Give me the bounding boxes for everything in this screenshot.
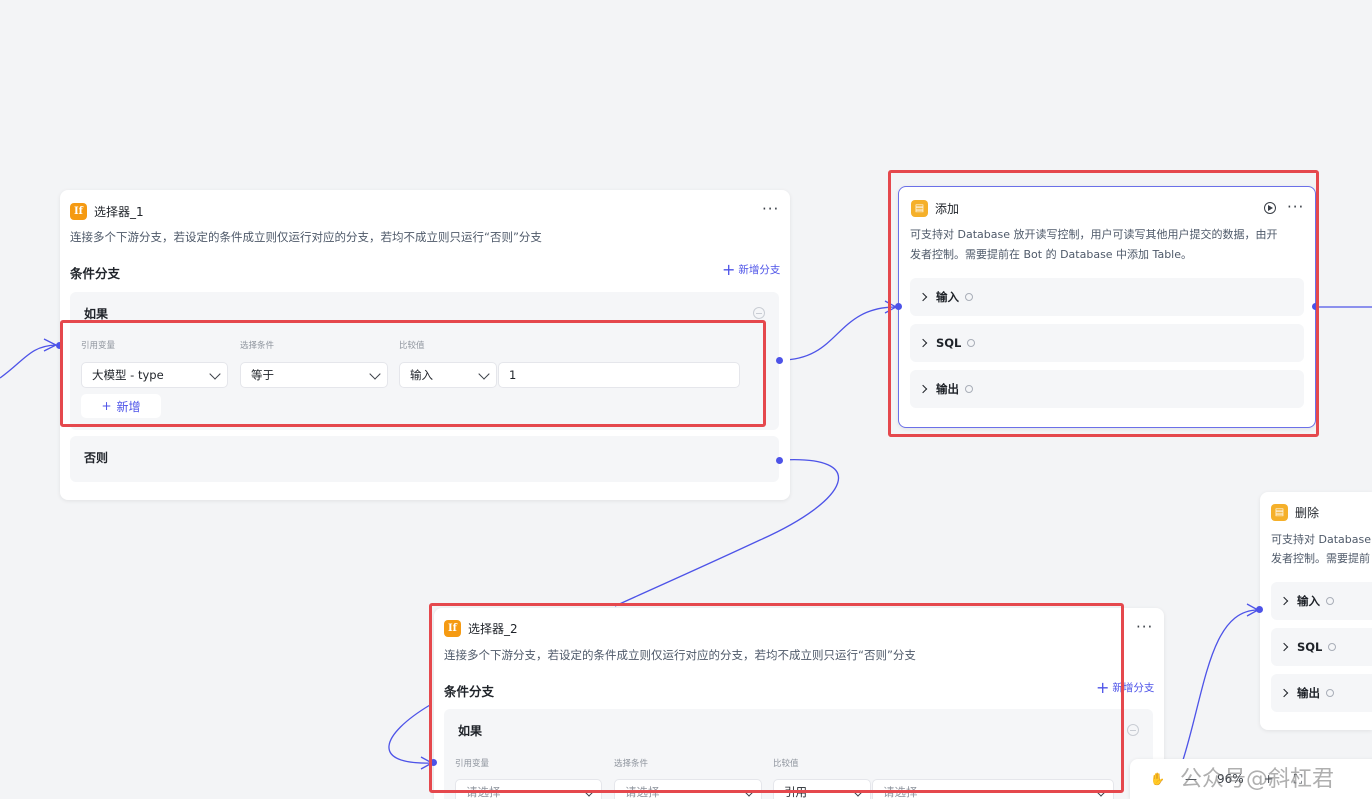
fit-view-icon[interactable]: ⛶ — [1294, 772, 1302, 787]
add-branch-button[interactable]: + 新增分支 — [722, 259, 781, 279]
condition-branch-title: 条件分支 — [70, 266, 121, 281]
info-icon — [1328, 643, 1337, 651]
delete-node-description-line1: 可支持对 Database — [1271, 533, 1371, 546]
chevron-right-icon — [1279, 688, 1289, 698]
zoom-level: 96% — [1216, 772, 1244, 786]
remove-branch-icon[interactable] — [753, 307, 765, 319]
info-icon — [1326, 689, 1334, 697]
hand-icon[interactable]: ✋ — [1150, 772, 1165, 786]
highlight-box-selector-2 — [429, 603, 1124, 793]
zoom-out-button[interactable]: — — [1185, 772, 1197, 786]
highlight-box-condition-row — [60, 320, 766, 427]
selector-1-description: 连接多个下游分支，若设定的条件成立则仅运行对应的分支，若均不成立则只运行“否则”… — [70, 230, 542, 244]
selector-1-title-text: 选择器_1 — [94, 205, 144, 219]
more-icon[interactable]: ··· — [762, 200, 779, 218]
if-icon: If — [70, 203, 87, 220]
chevron-right-icon — [1279, 596, 1289, 606]
delete-node-input-port[interactable] — [1256, 606, 1263, 613]
delete-node-input-row[interactable]: 输入 — [1271, 582, 1372, 620]
delete-database-node[interactable]: ▤ 删除 可支持对 Database 发者控制。需要提前 输入 SQL 输出 — [1260, 492, 1372, 730]
remove-branch-icon[interactable] — [1127, 724, 1139, 736]
delete-node-output-label: 输出 — [1297, 686, 1320, 700]
delete-node-title-text: 删除 — [1295, 506, 1320, 520]
highlight-box-add-node — [888, 170, 1319, 437]
add-branch-label: 新增分支 — [738, 264, 781, 276]
if-output-port[interactable] — [776, 357, 783, 364]
database-icon: ▤ — [1271, 504, 1288, 521]
else-branch-box: 否则 — [70, 436, 779, 482]
delete-node-sql-row[interactable]: SQL — [1271, 628, 1372, 666]
delete-node-sql-label: SQL — [1297, 640, 1323, 654]
canvas-toolbar: ✋ — 96% + ⛶ — [1130, 759, 1372, 799]
chevron-right-icon — [1279, 642, 1289, 652]
else-branch-label: 否则 — [84, 451, 109, 465]
info-icon — [1326, 597, 1334, 605]
more-icon[interactable]: ··· — [1136, 618, 1153, 636]
zoom-in-button[interactable]: + — [1264, 772, 1274, 786]
delete-node-description-line2: 发者控制。需要提前 — [1271, 552, 1370, 565]
else-output-port[interactable] — [776, 457, 783, 464]
delete-node-input-label: 输入 — [1297, 594, 1320, 608]
delete-node-title: ▤ 删除 — [1271, 504, 1319, 521]
plus-icon: + — [722, 259, 736, 279]
delete-node-output-row[interactable]: 输出 — [1271, 674, 1372, 712]
selector-1-title: If 选择器_1 — [70, 203, 144, 220]
